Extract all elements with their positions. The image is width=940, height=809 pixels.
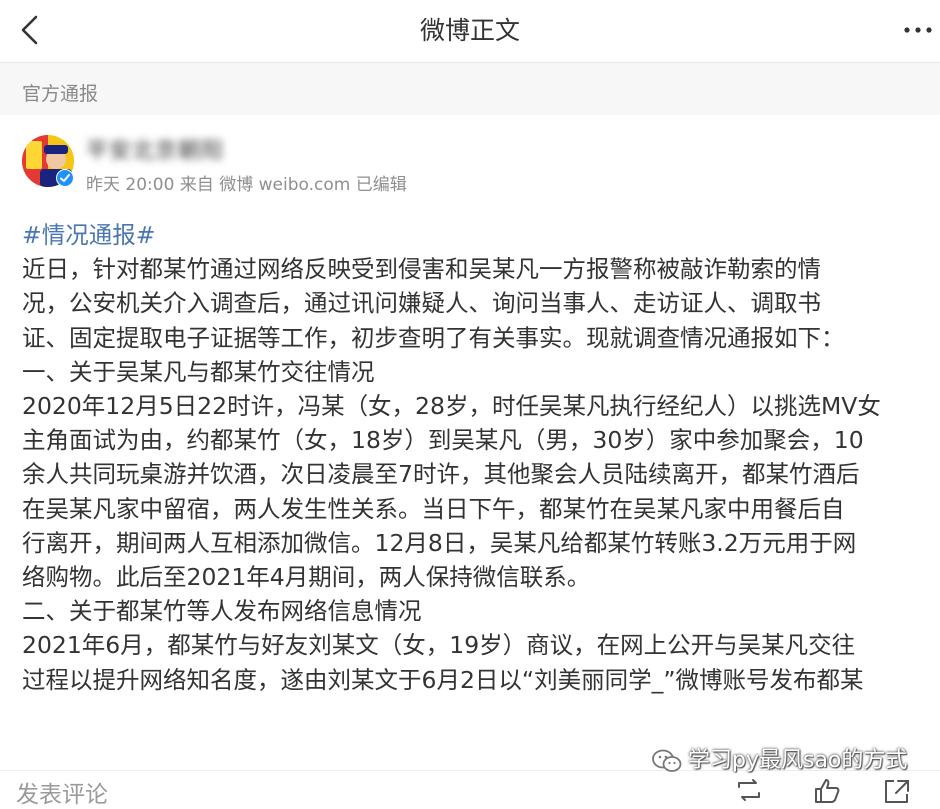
- category-label: 官方通报: [22, 83, 99, 105]
- post-meta: 昨天 20:00 来自 微博 weibo.com 已编辑: [86, 175, 407, 195]
- post-line: 证、固定提取电子证据等工作，初步查明了有关事实。现就调查情况通报如下：: [22, 323, 845, 352]
- post-line: 络购物。此后至2021年4月期间，两人保持微信联系。: [22, 563, 591, 592]
- share-icon[interactable]: [882, 777, 912, 803]
- wechat-icon: [652, 748, 682, 774]
- more-horizontal-icon[interactable]: [900, 14, 936, 46]
- section-heading: 一、关于吴某凡与都某竹交往情况: [22, 357, 375, 386]
- post-line: 过程以提升网络知名度，遂由刘某文于6月2日以“刘美丽同学_”微博账号发布都某: [22, 665, 864, 694]
- repost-icon[interactable]: [734, 777, 764, 803]
- post-line: 行离开，期间两人互相添加微信。12月8日，吴某凡给都某竹转账3.2万元用于网: [22, 528, 857, 557]
- watermark-text: 学习py最风sao的方式: [688, 748, 908, 773]
- post-body: #情况通报# 近日，针对都某竹通过网络反映受到侵害和吴某凡一方报警称被敲诈勒索的…: [22, 218, 937, 697]
- page-title: 微博正文: [419, 16, 520, 45]
- post-line: 在吴某凡家中留宿，两人发生性关系。当日下午，都某竹在吴某凡家中用餐后自: [22, 494, 845, 523]
- thumbs-up-icon[interactable]: [812, 777, 842, 803]
- section-heading: 二、关于都某竹等人发布网络信息情况: [22, 597, 422, 626]
- top-navbar: 微博正文: [0, 0, 940, 63]
- hashtag-link[interactable]: #情况通报#: [22, 221, 155, 249]
- comment-input[interactable]: 发表评论: [16, 775, 108, 809]
- post-line: 况，公安机关介入调查后，通过讯问嫌疑人、询问当事人、走访证人、调取书: [22, 289, 821, 318]
- category-strip: 官方通报: [0, 63, 940, 115]
- post-line: 2021年6月，都某竹与好友刘某文（女，19岁）商议，在网上公开与吴某凡交往: [22, 631, 856, 660]
- verified-badge-icon: [56, 169, 74, 187]
- post-line: 近日，针对都某竹通过网络反映受到侵害和吴某凡一方报警称被敲诈勒索的情: [22, 255, 821, 284]
- post-line: 余人共同玩桌游并饮酒，次日凌晨至7时许，其他聚会人员陆续离开，都某竹酒后: [22, 460, 860, 489]
- post-line: 主角面试为由，约都某竹（女，18岁）到吴某凡（男，30岁）家中参加聚会，10: [22, 426, 864, 455]
- author-name[interactable]: 平安北京朝阳: [86, 133, 224, 165]
- post-line: 2020年12月5日22时许，冯某（女，28岁，时任吴某凡执行经纪人）以挑选MV…: [22, 392, 881, 421]
